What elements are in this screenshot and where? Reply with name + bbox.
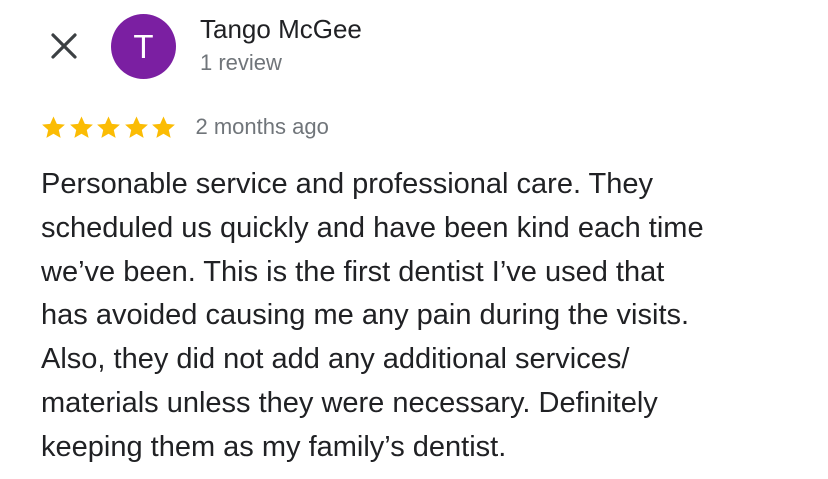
star-icon <box>40 114 67 141</box>
review-text: Personable service and professional care… <box>41 163 811 470</box>
star-icon <box>123 114 150 141</box>
review-date: 2 months ago <box>195 114 329 139</box>
review-text-line: Also, they did not add any additional se… <box>41 343 630 376</box>
close-button[interactable] <box>44 26 84 66</box>
reviewer-name[interactable]: Tango McGee <box>200 14 362 45</box>
close-icon <box>49 31 79 61</box>
review-text-line: scheduled us quickly and have been kind … <box>41 211 704 244</box>
review-text-line: materials unless they were necessary. De… <box>41 386 658 419</box>
rating-row: 2 months ago <box>40 112 329 142</box>
review-text-line: keeping them as my family’s dentist. <box>41 430 507 463</box>
avatar-letter: T <box>133 27 154 65</box>
review-text-line: Personable service and professional care… <box>41 168 654 200</box>
review-count: 1 review <box>200 50 282 75</box>
star-icon <box>68 114 95 141</box>
star-icon <box>150 114 177 141</box>
avatar[interactable]: T <box>111 14 176 79</box>
star-rating <box>40 114 178 141</box>
star-icon <box>95 114 122 141</box>
review-text-line: has avoided causing me any pain during t… <box>41 299 690 332</box>
review-text-line: we’ve been. This is the first dentist I’… <box>41 255 665 288</box>
